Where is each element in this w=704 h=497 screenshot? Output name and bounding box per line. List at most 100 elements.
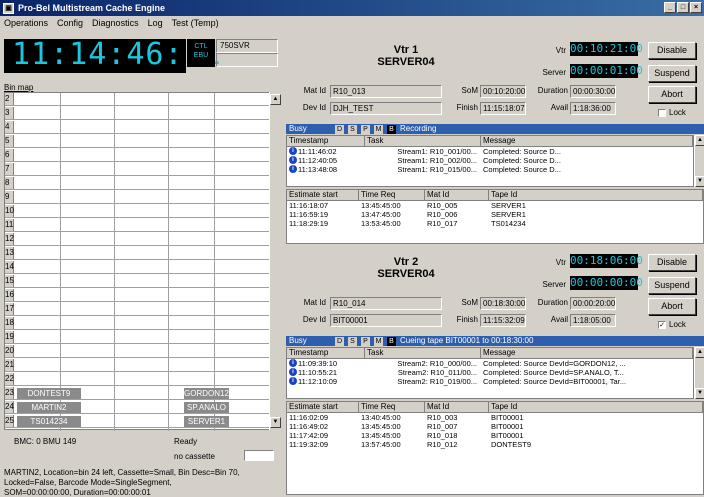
col-estimate-start[interactable]: Estimate start (287, 402, 359, 412)
col-tape-id[interactable]: Tape Id (489, 402, 703, 412)
estimate-row[interactable]: 11:16:18:07 13:45:45:00 R10_005 SERVER1 (287, 201, 703, 210)
bin-row[interactable]: 7 (5, 163, 269, 176)
info-icon: i (289, 368, 297, 376)
bin-row[interactable]: 16 (5, 289, 269, 302)
busy-bar: Busy D S P M B Recording (286, 124, 704, 134)
log-row[interactable]: i 11:12:40:05 Stream1: R10_002/00... Comple… (287, 156, 693, 165)
log-row[interactable]: i 11:11:46:02 Stream1: R10_001/00... Comple… (287, 147, 693, 156)
col-task[interactable]: Task (365, 348, 481, 358)
menu-config[interactable]: Config (57, 18, 83, 28)
scroll-down-icon[interactable]: ▼ (695, 388, 704, 399)
close-button[interactable]: × (690, 2, 702, 13)
scroll-up-icon[interactable]: ▲ (695, 347, 704, 358)
est-tape-id: BIT00001 (491, 431, 524, 440)
log-row[interactable]: i 11:13:48:08 Stream1: R10_015/00... Comple… (287, 165, 693, 174)
disable-button[interactable]: Disable (648, 42, 696, 59)
est-mat-id: R10_006 (427, 210, 458, 219)
scroll-down-icon[interactable]: ▼ (695, 176, 704, 187)
estimate-row[interactable]: 11:19:32:09 13:57:45:00 R10_012 DONTEST9 (287, 440, 703, 449)
log-timestamp: 11:12:40:05 (298, 156, 338, 165)
som-label: SoM (461, 86, 478, 95)
bin-row[interactable]: 12 (5, 233, 269, 246)
bin-row[interactable]: 3 (5, 107, 269, 120)
mat-id-field: R10_013 (330, 85, 442, 98)
suspend-button[interactable]: Suspend (648, 65, 696, 82)
bin-cassette[interactable]: MARTIN2 (17, 402, 81, 413)
abort-button[interactable]: Abort (648, 298, 696, 315)
estimate-list[interactable]: Estimate start Time Req Mat Id Tape Id 11:16… (286, 401, 704, 495)
estimate-row[interactable]: 11:16:02:09 13:40:45:00 R10_003 BIT00001 (287, 413, 703, 422)
log-scrollbar[interactable]: ▲ ▼ (694, 135, 704, 187)
estimate-list[interactable]: Estimate start Time Req Mat Id Tape Id 11:16… (286, 189, 704, 244)
bin-row[interactable]: 22 (5, 373, 269, 386)
scroll-up-icon[interactable]: ▲ (270, 94, 281, 105)
abort-button[interactable]: Abort (648, 86, 696, 103)
bin-row[interactable]: 21 (5, 359, 269, 372)
status-panel: BMC: 0 BMU 149 Ready no cassette MARTIN2… (4, 431, 286, 497)
est-time-req: 13:57:45:00 (361, 440, 401, 449)
bin-row[interactable]: 13 (5, 247, 269, 260)
col-timestamp[interactable]: Timestamp (287, 136, 365, 146)
bin-row[interactable]: 17 (5, 303, 269, 316)
bin-row[interactable]: 8 (5, 177, 269, 190)
menu-operations[interactable]: Operations (4, 18, 48, 28)
bin-row[interactable]: 20 (5, 345, 269, 358)
col-tape-id[interactable]: Tape Id (489, 190, 703, 200)
bin-row[interactable]: 9 (5, 191, 269, 204)
estimate-row[interactable]: 11:18:29:19 13:53:45:00 R10_017 TS014234 (287, 219, 703, 228)
bin-cassette[interactable]: GORDON12 (184, 388, 229, 399)
bin-row[interactable]: 5 (5, 135, 269, 148)
maximize-button[interactable]: □ (677, 2, 689, 13)
scroll-up-icon[interactable]: ▲ (695, 135, 704, 146)
col-message[interactable]: Message (481, 348, 693, 358)
bin-row[interactable]: 4 (5, 121, 269, 134)
log-list[interactable]: Timestamp Task Message i 11:11:46:02 Stream1:… (286, 135, 694, 187)
col-message[interactable]: Message (481, 136, 693, 146)
log-row[interactable]: i 11:12:10:09 Stream2: R10_019/00... Comple… (287, 377, 693, 386)
lock-check-icon[interactable]: ✓ (658, 320, 666, 329)
log-row[interactable]: i 11:09:39:10 Stream2: R10_000/00... Comple… (287, 359, 693, 368)
est-mat-id: R10_018 (427, 431, 458, 440)
log-row[interactable]: i 11:10:55:21 Stream2: R10_011/00... Comple… (287, 368, 693, 377)
estimate-row[interactable]: 11:16:59:19 13:47:45:00 R10_006 SERVER1 (287, 210, 703, 219)
log-list[interactable]: Timestamp Task Message i 11:09:39:10 Stream2:… (286, 347, 694, 399)
lock-check-icon[interactable] (658, 108, 666, 117)
dev-id-field: DJH_TEST (330, 102, 442, 115)
col-estimate-start[interactable]: Estimate start (287, 190, 359, 200)
menu-test[interactable]: Test (Temp) (172, 18, 219, 28)
menu-diagnostics[interactable]: Diagnostics (92, 18, 139, 28)
disable-button[interactable]: Disable (648, 254, 696, 271)
col-task[interactable]: Task (365, 136, 481, 146)
suspend-button[interactable]: Suspend (648, 277, 696, 294)
col-mat-id[interactable]: Mat Id (425, 190, 489, 200)
lock-checkbox[interactable]: Lock (658, 108, 686, 117)
scroll-down-icon[interactable]: ▼ (270, 417, 281, 428)
bin-row[interactable]: 6 (5, 149, 269, 162)
minimize-button[interactable]: _ (664, 2, 676, 13)
bin-row[interactable]: 11 (5, 219, 269, 232)
bin-cassette[interactable]: SERVER1 (184, 416, 229, 427)
menu-log[interactable]: Log (148, 18, 163, 28)
bin-row[interactable]: 10 (5, 205, 269, 218)
bin-cassette[interactable]: DONTEST9 (17, 388, 81, 399)
bin-map-grid: 2 3 4 5 6 7 8 9 10 11 12 13 14 15 16 17 18 19 20 21 22 23 24 25… (4, 92, 270, 431)
log-scrollbar[interactable]: ▲ ▼ (694, 347, 704, 399)
bin-row[interactable]: 14 (5, 261, 269, 274)
bin-cassette[interactable]: TS014234 (17, 416, 81, 427)
bin-row[interactable]: 15 (5, 275, 269, 288)
estimate-row[interactable]: 11:17:42:09 13:45:45:00 R10_018 BIT00001 (287, 431, 703, 440)
est-tape-id: DONTEST9 (491, 440, 532, 449)
bin-row[interactable]: 18 (5, 317, 269, 330)
lock-checkbox[interactable]: ✓ Lock (658, 320, 686, 329)
bin-row-number: 16 (5, 289, 14, 301)
col-mat-id[interactable]: Mat Id (425, 402, 489, 412)
col-timestamp[interactable]: Timestamp (287, 348, 365, 358)
bin-row[interactable]: 19 (5, 331, 269, 344)
estimate-row[interactable]: 11:16:49:02 13:45:45:00 R10_007 BIT00001 (287, 422, 703, 431)
col-time-req[interactable]: Time Req (359, 402, 425, 412)
bin-map-scrollbar[interactable]: ▲ ▼ (269, 92, 281, 430)
bin-cassette[interactable]: SP.ANALO (184, 402, 229, 413)
col-time-req[interactable]: Time Req (359, 190, 425, 200)
avail-field: 1:18:05:00 (570, 314, 616, 327)
bin-row[interactable]: 2 (5, 93, 269, 106)
